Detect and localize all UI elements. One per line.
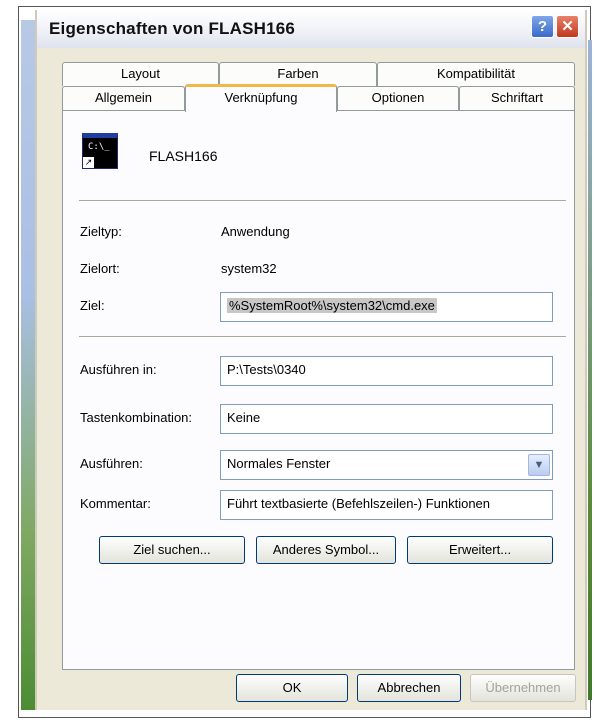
zieltyp-label: Zieltyp: (80, 224, 122, 239)
properties-dialog: Eigenschaften von FLASH166 ? ✕ Layout Fa… (35, 10, 587, 710)
ziel-suchen-button[interactable]: Ziel suchen... (99, 536, 245, 564)
title-bar[interactable]: Eigenschaften von FLASH166 ? ✕ (37, 10, 585, 48)
tastenkombination-label: Tastenkombination: (80, 410, 193, 425)
ausfuehren-in-label: Ausführen in: (80, 362, 157, 377)
separator (79, 336, 566, 338)
close-button[interactable]: ✕ (556, 15, 579, 38)
help-icon: ? (537, 18, 548, 35)
close-icon: ✕ (561, 18, 574, 35)
tab-verknuepfung[interactable]: Verknüpfung (185, 84, 337, 112)
chevron-down-icon[interactable]: ▼ (528, 454, 550, 476)
tab-layout[interactable]: Layout (62, 62, 219, 86)
ziel-input-text: %SystemRoot%\system32\cmd.exe (227, 298, 437, 313)
anderes-symbol-button[interactable]: Anderes Symbol... (256, 536, 396, 564)
erweitert-button[interactable]: Erweitert... (407, 536, 553, 564)
uebernehmen-button[interactable]: Übernehmen (470, 674, 576, 702)
tab-kompatibilitaet[interactable]: Kompatibilität (377, 62, 575, 86)
window-title: Eigenschaften von FLASH166 (49, 19, 296, 38)
ziel-label: Ziel: (80, 298, 105, 313)
shortcut-arrow-icon: ↗ (83, 157, 94, 168)
tab-optionen[interactable]: Optionen (337, 86, 459, 110)
help-button[interactable]: ? (531, 15, 554, 38)
icon-prompt-text: C:\_ (88, 142, 110, 152)
zieltyp-value: Anwendung (221, 224, 290, 239)
shortcut-name: FLASH166 (149, 148, 218, 164)
tab-schriftart[interactable]: Schriftart (459, 86, 575, 110)
tab-panel-verknuepfung: C:\_ ↗ FLASH166 Zieltyp: Anwendung Zielo… (62, 110, 575, 670)
ok-button[interactable]: OK (236, 674, 348, 702)
zielort-label: Zielort: (80, 261, 120, 276)
kommentar-input[interactable]: Führt textbasierte (Befehlszeilen-) Funk… (220, 490, 553, 520)
ausfuehren-select[interactable]: Normales Fenster ▼ (220, 450, 553, 480)
abbrechen-button[interactable]: Abbrechen (357, 674, 461, 702)
zielort-value: system32 (221, 261, 277, 276)
separator (79, 200, 566, 202)
ausfuehren-select-value: Normales Fenster (227, 456, 331, 471)
tab-farben[interactable]: Farben (219, 62, 377, 86)
kommentar-label: Kommentar: (80, 496, 151, 511)
ausfuehren-label: Ausführen: (80, 456, 143, 471)
cmd-console-icon: C:\_ ↗ (82, 133, 118, 169)
desktop-background (21, 20, 35, 710)
desktop-background-right (588, 40, 592, 700)
ausfuehren-in-input[interactable]: P:\Tests\0340 (220, 356, 553, 386)
ziel-input[interactable]: %SystemRoot%\system32\cmd.exe (220, 292, 553, 322)
tab-allgemein[interactable]: Allgemein (62, 86, 185, 110)
tastenkombination-input[interactable]: Keine (220, 404, 553, 434)
